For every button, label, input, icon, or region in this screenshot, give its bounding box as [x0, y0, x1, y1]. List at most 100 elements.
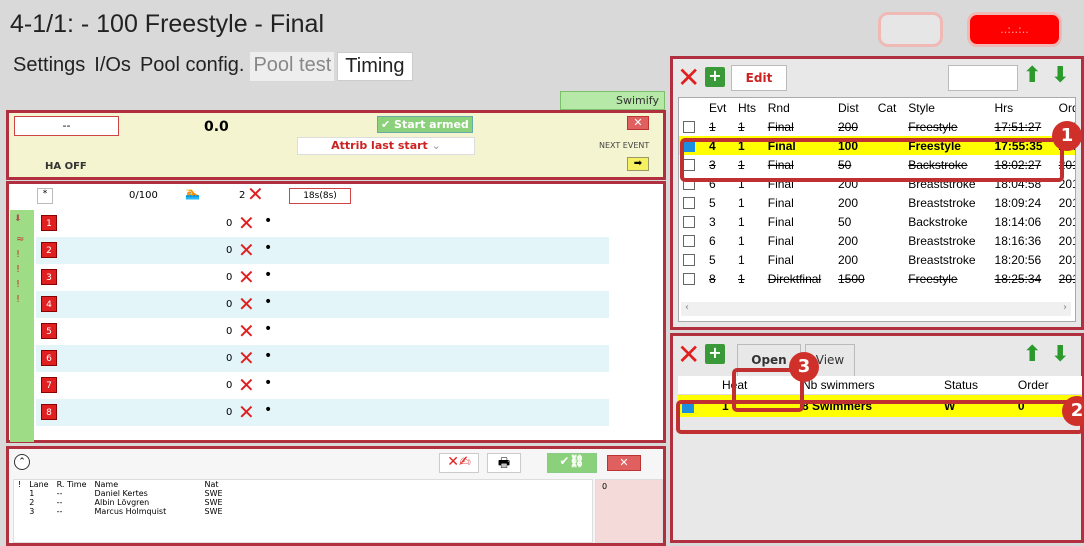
lane-number: 2: [41, 242, 57, 258]
next-event-button[interactable]: ➡: [627, 157, 649, 171]
tab-pool-test[interactable]: Pool test: [250, 52, 335, 81]
nat-cell: SWE: [204, 489, 223, 498]
highlight-selected-heat: [676, 400, 1084, 434]
time-input[interactable]: --: [14, 116, 119, 136]
tab-ios[interactable]: I/Os: [91, 52, 134, 81]
clear-lane-icon[interactable]: ✕: [238, 346, 255, 370]
evt-cell: 1: [709, 119, 716, 134]
lane-cell: 3: [29, 507, 35, 516]
hts-cell: 1: [738, 214, 745, 229]
cat-cell: [874, 269, 905, 288]
print-icon[interactable]: 🖶: [487, 453, 521, 473]
table-header: Evt Hts Rnd Dist Cat Style Hrs Order: [679, 98, 1075, 117]
table-row[interactable]: 3 1 Final 50 Backstroke 18:14:06 2015: [679, 212, 1075, 231]
clear-lane-icon[interactable]: ✕: [238, 400, 255, 424]
column-header: Nb swimmers: [798, 376, 940, 395]
events-panel: ✕ + Edit ⬆ ⬇ Evt Hts Rnd Dist Cat Style …: [670, 56, 1084, 330]
column-header: Lane: [29, 480, 49, 489]
lane-number: 1: [41, 215, 57, 231]
row-checkbox[interactable]: [683, 197, 695, 210]
next-event-label: NEXT EVENT: [599, 141, 650, 150]
clear-lane-icon[interactable]: ✕: [238, 292, 255, 316]
lane-value: 0: [226, 326, 233, 337]
clear-lane-icon[interactable]: ✕: [238, 265, 255, 289]
rnd-cell: Final: [767, 233, 794, 248]
collapse-button[interactable]: *: [37, 188, 53, 204]
lane-number: 5: [41, 323, 57, 339]
order-cell: 2017: [1058, 252, 1075, 267]
clock-button[interactable]: ..:..:..: [967, 12, 1062, 47]
lane-number: 3: [41, 269, 57, 285]
table-row[interactable]: 1 1 Final 200 Freestyle 17:51:27 2006: [679, 117, 1075, 136]
results-table: ! Lane R. Time Name Nat 1 -- Daniel Kertes…: [14, 480, 227, 516]
add-icon[interactable]: +: [705, 67, 725, 87]
cat-cell: [874, 250, 905, 269]
clear-results-icon[interactable]: ✕✍: [439, 453, 479, 473]
blank-button[interactable]: [878, 12, 943, 47]
table-row[interactable]: 1 -- Daniel Kertes SWE: [14, 489, 227, 498]
arrow-down-icon[interactable]: ⬇: [1051, 63, 1069, 88]
clear-lane-icon[interactable]: ✕: [238, 238, 255, 262]
collapse-up-icon[interactable]: ⌃: [14, 454, 30, 470]
dot-icon: •: [264, 321, 273, 337]
tab-settings[interactable]: Settings: [10, 52, 88, 81]
clear-lane-icon[interactable]: ✕: [238, 319, 255, 343]
lane-row: 8 0 ✕ •: [36, 399, 609, 426]
attrib-select[interactable]: Attrib last start ⌄: [297, 137, 475, 155]
start-armed-checkbox[interactable]: ✔ Start armed: [377, 116, 473, 133]
lane-number: 8: [41, 404, 57, 420]
close-icon[interactable]: ✕: [607, 455, 641, 471]
edit-button[interactable]: Edit: [731, 65, 787, 91]
tab-timing[interactable]: Timing: [337, 52, 413, 81]
search-input[interactable]: [948, 65, 1018, 91]
clear-lane-icon[interactable]: ✕: [238, 373, 255, 397]
order-cell: 2014: [1058, 195, 1075, 210]
rnd-cell: Final: [767, 119, 794, 134]
style-cell: Breaststroke: [908, 195, 976, 210]
delete-icon[interactable]: ✕: [677, 338, 700, 371]
lane-row: 7 0 ✕ •: [36, 372, 609, 399]
close-icon[interactable]: ✕: [627, 116, 649, 130]
row-checkbox[interactable]: [683, 254, 695, 267]
arrow-down-icon[interactable]: ⬇: [1051, 342, 1069, 367]
row-checkbox[interactable]: [683, 235, 695, 248]
hrs-cell: 18:25:34: [994, 271, 1042, 286]
style-cell: Freestyle: [908, 271, 958, 286]
row-checkbox[interactable]: [683, 273, 695, 286]
column-header: Cat: [877, 100, 897, 115]
evt-cell: 3: [709, 214, 716, 229]
table-row[interactable]: 6 1 Final 200 Breaststroke 18:16:36 2016: [679, 231, 1075, 250]
column-header: Status: [939, 376, 1014, 395]
table-row[interactable]: 2 -- Albin Lövgren SWE: [14, 498, 227, 507]
clear-icon[interactable]: ✕: [247, 182, 264, 206]
arrow-up-icon[interactable]: ⬆: [1023, 63, 1041, 88]
style-cell: Backstroke: [908, 214, 968, 229]
add-icon[interactable]: +: [705, 344, 725, 364]
clear-lane-icon[interactable]: ✕: [238, 211, 255, 235]
arrow-up-icon[interactable]: ⬆: [1023, 342, 1041, 367]
hrs-cell: 18:20:56: [994, 252, 1042, 267]
lane-row: 3 0 ✕ •: [36, 264, 609, 291]
table-row[interactable]: 3 -- Marcus Holmquist SWE: [14, 507, 227, 516]
order-cell: 2015: [1058, 214, 1075, 229]
tab-pool-config[interactable]: Pool config.: [137, 52, 248, 81]
lane-row: 1 0 ✕ •: [36, 210, 609, 237]
heats-panel: ✕ + Open View ⬆ ⬇ Heat Nb swimmers Statu…: [670, 333, 1084, 543]
column-header: Order: [1058, 100, 1075, 115]
table-row[interactable]: 5 1 Final 200 Breaststroke 18:20:56 2017: [679, 250, 1075, 269]
table-row[interactable]: 8 1 Direktfinal 1500 Freestyle 18:25:34 …: [679, 269, 1075, 288]
link-icon[interactable]: ✔⛓: [547, 453, 597, 473]
dot-icon: •: [264, 294, 273, 310]
lane-cell: 1: [29, 489, 35, 498]
column-header: !: [18, 480, 22, 489]
horizontal-scrollbar[interactable]: ‹ ›: [681, 302, 1071, 316]
row-checkbox[interactable]: [683, 216, 695, 229]
swimmer-icon: ≈!!!!: [16, 234, 25, 305]
swimify-button[interactable]: Swimify: [560, 91, 665, 110]
table-row[interactable]: 5 1 Final 200 Breaststroke 18:09:24 2014: [679, 193, 1075, 212]
lanes-panel: ⬇ ≈!!!! * 0/100 🏊 2 ✕ 18s(8s) 1 0 ✕ • 2 0 ✕ • …: [6, 181, 666, 443]
column-header: R. Time: [56, 480, 87, 489]
lane-value: 0: [226, 380, 233, 391]
delete-icon[interactable]: ✕: [677, 61, 700, 94]
row-checkbox[interactable]: [683, 121, 695, 134]
